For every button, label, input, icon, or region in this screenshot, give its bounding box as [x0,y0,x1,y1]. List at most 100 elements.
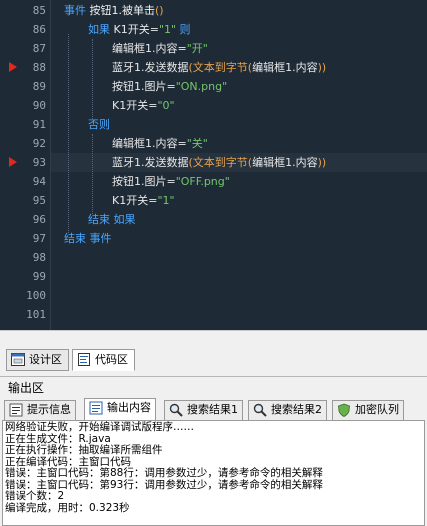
code-token: 如果 [88,23,114,36]
code-token: 事件 [64,4,90,17]
output-line: 编译完成，用时：0.323秒 [5,501,130,514]
line-number: 98 [32,251,46,264]
tab-output-label: 输出内容 [107,401,151,414]
line-number: 101 [26,308,46,321]
code-editor[interactable]: 85 86 87 88 89 90 91 92 93 94 95 96 97 98 99 100 101 事件 … [0,0,427,330]
code-token: "关" [186,137,208,150]
line-number: 95 [32,194,46,207]
tab-search-results-2[interactable]: 搜索结果2 [248,400,327,420]
output-content-area[interactable]: 网络验证失败，开始编译调试版程序…… 正在生成文件：R.java 正在执行操作：抽取… [2,420,425,526]
code-token: = [149,23,159,36]
code-line[interactable] [51,248,427,267]
code-line[interactable]: 蓝牙1.发送数据(文本到字节(编辑框1.内容)) [51,58,427,77]
code-token: )) [317,156,327,169]
line-number: 96 [32,213,46,226]
tab-design-area[interactable]: 设计区 [6,349,69,371]
indent-guide [92,39,93,119]
code-token: 文本到字节 [192,61,248,74]
tab-encryption-queue[interactable]: 加密队列 [332,400,404,420]
line-number: 87 [32,42,46,55]
code-token: = [177,42,187,55]
code-token: "0" [157,99,175,112]
code-line[interactable]: K1开关="0" [51,96,427,115]
code-token: 按钮1.图片 [112,175,167,188]
line-number: 97 [32,232,46,245]
code-line-text: K1开关="0" [112,96,175,115]
tab-design-label: 设计区 [29,353,62,366]
code-line[interactable] [51,305,427,324]
code-token: K1开关 [113,23,150,36]
code-line[interactable]: 按钮1.图片="ON.png" [51,77,427,96]
code-line[interactable]: 按钮1.图片="OFF.png" [51,172,427,191]
code-line[interactable]: 编辑框1.内容="开" [51,39,427,58]
code-line[interactable]: 结束 事件 [51,229,427,248]
line-number: 99 [32,270,46,283]
tab-search1-label: 搜索结果1 [187,403,238,416]
output-line: 正在执行操作：抽取编译所需组件 [5,444,163,456]
code-line[interactable]: 事件 按钮1.被单击() [51,1,427,20]
code-token: 蓝牙1.发送数据 [112,156,189,169]
code-token: 文本到字节 [192,156,248,169]
code-line[interactable]: 结束 如果 [51,210,427,229]
code-line-text: 结束 如果 [88,210,136,229]
line-number: 94 [32,175,46,188]
output-line: 错误个数：2 [5,490,65,502]
tab-hints[interactable]: 提示信息 [4,400,76,420]
info-icon [9,403,23,417]
code-token: "OFF.png" [175,175,230,188]
tab-search-results-1[interactable]: 搜索结果1 [164,400,243,420]
editor-view-tabs: 设计区 代码区 [0,330,427,372]
code-token: "开" [186,42,208,55]
code-token: 按钮1.被单击 [89,4,156,17]
code-token: )) [317,61,327,74]
code-line-text: 如果 K1开关="1" 则 [88,20,191,39]
indent-guide [68,34,69,233]
search-icon [253,403,267,417]
code-line[interactable]: K1开关="1" [51,191,427,210]
code-token: 否则 [88,118,110,131]
tab-hints-label: 提示信息 [27,403,71,416]
code-token: 结束 如果 [88,213,136,226]
line-number: 91 [32,118,46,131]
code-token: K1开关 [112,194,149,207]
code-line-text: 编辑框1.内容="开" [112,39,208,58]
code-token: 蓝牙1.发送数据 [112,61,189,74]
tab-code-area[interactable]: 代码区 [72,349,135,371]
breakpoint-marker-icon[interactable] [9,62,17,72]
design-icon [11,353,25,366]
tab-search2-label: 搜索结果2 [271,403,322,416]
breakpoint-marker-icon[interactable] [9,157,17,167]
line-number: 100 [26,289,46,302]
code-line[interactable]: 蓝牙1.发送数据(文本到字节(编辑框1.内容)) [51,153,427,172]
indent-guide [92,134,93,214]
code-token: = [177,137,187,150]
code-line-text: K1开关="1" [112,191,175,210]
code-line[interactable] [51,286,427,305]
tab-code-label: 代码区 [95,353,128,366]
line-number: 88 [32,61,46,74]
code-token: 结束 事件 [64,232,112,245]
code-area[interactable]: 事件 按钮1.被单击() 如果 K1开关="1" 则编辑框1.内容="开" 蓝牙1.… [50,0,427,330]
code-token: 按钮1.图片 [112,80,167,93]
code-line-text: 蓝牙1.发送数据(文本到字节(编辑框1.内容)) [112,58,326,77]
output-line: 错误：主窗口代码：第88行：调用参数过少，请参考命令的相关解释 [5,467,323,479]
code-line-text: 事件 按钮1.被单击() [64,1,164,20]
tab-output-content[interactable]: 输出内容 [84,398,156,420]
code-token: () [155,4,164,17]
code-token: 编辑框1.内容 [252,61,318,74]
line-number: 90 [32,99,46,112]
shield-icon [338,403,350,417]
output-line: 网络验证失败，开始编译调试版程序…… [5,421,194,433]
line-number: 86 [32,23,46,36]
code-line[interactable]: 编辑框1.内容="关" [51,134,427,153]
code-line[interactable] [51,267,427,286]
code-line[interactable]: 如果 K1开关="1" 则 [51,20,427,39]
code-line-text: 结束 事件 [64,229,112,248]
code-line-text: 蓝牙1.发送数据(文本到字节(编辑框1.内容)) [112,153,326,172]
line-number: 85 [32,4,46,17]
code-line-text: 按钮1.图片="OFF.png" [112,172,230,191]
breakpoint-gutter[interactable] [0,0,20,330]
code-token: 编辑框1.内容 [112,42,178,55]
code-line[interactable]: 否则 [51,115,427,134]
line-number: 89 [32,80,46,93]
